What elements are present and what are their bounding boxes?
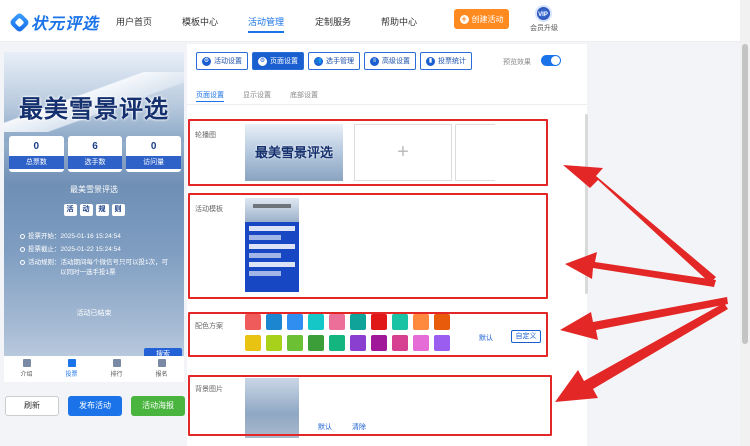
refresh-button[interactable]: 刷新 <box>5 396 59 416</box>
tab-signup[interactable]: 报名 <box>139 356 184 382</box>
vip-badge-icon: VIP <box>534 5 552 22</box>
tool-label: 投票统计 <box>438 58 466 65</box>
tab-vote-statistics[interactable]: ▮ 投票统计 <box>420 52 472 70</box>
gear-icon: ⚙ <box>258 56 267 66</box>
nav-template-center[interactable]: 模板中心 <box>182 15 218 28</box>
stat-value: 6 <box>92 141 98 152</box>
info-icon <box>20 259 25 265</box>
subtab-footer-settings[interactable]: 底部设置 <box>290 90 318 100</box>
stat-label: 选手数 <box>67 156 123 169</box>
preview-activity-name: 最美雪景评选 <box>70 185 118 194</box>
rules-text-line2: 以同时一选手投1票 <box>60 269 116 276</box>
tool-label: 活动设置 <box>214 58 242 65</box>
stat-label: 访问量 <box>126 156 182 169</box>
rule-chip: 动 <box>79 204 93 216</box>
tab-label: 排行 <box>110 372 123 378</box>
stat-label: 总票数 <box>9 156 64 169</box>
rules-info-cont: 以同时一选手投1票 <box>60 268 116 278</box>
subtab-display-settings[interactable]: 显示设置 <box>243 90 271 100</box>
tab-page-settings[interactable]: ⚙ 页面设置 <box>252 52 304 70</box>
create-activity-button[interactable]: + 创建活动 <box>454 9 509 29</box>
rule-chip: 则 <box>111 204 125 216</box>
rule-chip: 规 <box>95 204 109 216</box>
nav-user-home[interactable]: 用户首页 <box>116 15 152 28</box>
tab-label: 介绍 <box>20 372 33 378</box>
activity-rules-heading: 活 动 规 则 <box>4 204 184 216</box>
clock-icon <box>20 233 25 239</box>
tab-label: 投票 <box>65 372 78 378</box>
clock-icon <box>20 246 25 252</box>
logo-icon <box>8 11 31 33</box>
rule-chip: 活 <box>63 204 77 216</box>
tab-advanced-settings[interactable]: ≡ 高级设置 <box>364 52 416 70</box>
page-scrollbar[interactable] <box>740 0 750 446</box>
tab-label: 报名 <box>155 372 168 378</box>
doc-icon <box>22 359 31 367</box>
vote-start-info: 投票开始：2025-01-16 15:24:54 <box>20 232 121 242</box>
tab-contestant-management[interactable]: 👥 选手管理 <box>308 52 360 70</box>
stat-visits: 0 访问量 <box>126 136 182 172</box>
rules-info: 活动规则：活动期间每个微信号只可以投1次，可 <box>20 258 168 268</box>
tab-intro[interactable]: 介绍 <box>4 356 49 382</box>
divider <box>187 104 587 105</box>
nav-activity-management[interactable]: 活动管理 <box>248 15 285 33</box>
panel-scrollbar[interactable] <box>585 114 588 294</box>
preview-tab-bar: 介绍 投票 排行 报名 <box>4 356 184 382</box>
activity-poster-button[interactable]: 活动海报 <box>131 396 185 416</box>
highlight-background <box>188 375 552 436</box>
vote-start-text: 投票开始：2025-01-16 15:24:54 <box>28 233 121 240</box>
preview-effect-toggle[interactable] <box>541 55 561 66</box>
users-icon: 👥 <box>314 56 323 66</box>
vote-end-text: 投票截止：2025-01-22 15:24:54 <box>28 246 121 253</box>
logo-text: 状元评选 <box>31 16 100 33</box>
highlight-color-scheme <box>188 312 548 357</box>
stat-value: 0 <box>150 141 157 152</box>
vip-upgrade[interactable]: VIP 会员升级 <box>530 5 558 33</box>
stat-value: 0 <box>33 141 40 152</box>
highlight-carousel <box>188 119 548 186</box>
tab-activity-settings[interactable]: ⚙ 活动设置 <box>196 52 248 70</box>
flag-icon <box>67 359 76 367</box>
subtab-page-settings[interactable]: 页面设置 <box>196 90 224 102</box>
tool-label: 选手管理 <box>326 58 354 65</box>
highlight-template <box>188 193 548 299</box>
tab-ranking[interactable]: 排行 <box>94 356 139 382</box>
nav-help-center[interactable]: 帮助中心 <box>381 15 417 28</box>
gear-icon: ⚙ <box>202 56 211 66</box>
activity-ended-text: 活动已结束 <box>76 310 112 317</box>
publish-activity-button[interactable]: 发布活动 <box>68 396 122 416</box>
top-navigation-bar: 状元评选 用户首页 模板中心 活动管理 定制服务 帮助中心 + 创建活动 VIP… <box>0 0 750 42</box>
app-logo[interactable]: 状元评选 <box>8 10 100 34</box>
plus-icon: + <box>459 13 469 24</box>
rules-text-line1: 活动规则：活动期间每个微信号只可以投1次，可 <box>28 259 169 266</box>
preview-title: 最美雪景评选 <box>19 96 169 123</box>
bar-chart-icon <box>112 359 121 367</box>
settings-icon: ≡ <box>370 56 379 66</box>
nav-custom-service[interactable]: 定制服务 <box>315 15 351 28</box>
create-activity-label: 创建活动 <box>471 14 504 24</box>
mobile-preview: 最美雪景评选 0 总票数 6 选手数 0 访问量 最美雪景评选 活 动 规 则 … <box>4 52 184 382</box>
vote-end-info: 投票截止：2025-01-22 15:24:54 <box>20 245 121 255</box>
tool-label: 页面设置 <box>270 58 298 65</box>
preview-effect-label: 预览效果 <box>503 59 531 66</box>
vip-upgrade-label: 会员升级 <box>530 25 558 32</box>
chart-icon: ▮ <box>426 56 435 66</box>
stat-total-votes: 0 总票数 <box>9 136 64 172</box>
page-scrollbar-thumb[interactable] <box>742 44 748 344</box>
preview-stats: 0 总票数 6 选手数 0 访问量 <box>9 136 182 172</box>
stat-contestants: 6 选手数 <box>67 136 123 172</box>
tab-vote[interactable]: 投票 <box>49 356 94 382</box>
hand-icon <box>157 359 166 367</box>
tool-label: 高级设置 <box>382 58 410 65</box>
